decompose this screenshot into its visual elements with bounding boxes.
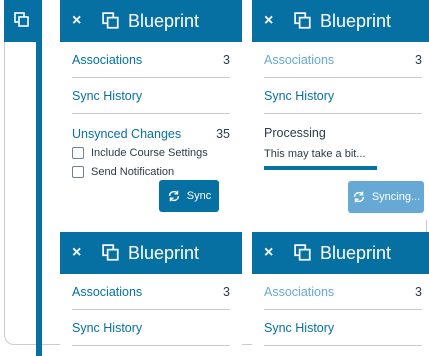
close-button[interactable]: × [72, 12, 90, 30]
processing-subtext: This may take a bit... [264, 148, 366, 160]
blueprint-panel-idle-2: × Blueprint Associations 3 Sync History … [60, 232, 242, 356]
panel-title: Blueprint [320, 10, 392, 31]
associations-count: 3 [415, 52, 422, 67]
associations-row: Associations 3 [264, 42, 422, 78]
panel-header: × Blueprint [60, 232, 242, 274]
blueprint-panel-syncing-2: × Blueprint Associations 3 Sync History … [252, 232, 429, 356]
associations-row: Associations 3 [72, 42, 230, 78]
sync-icon [168, 190, 179, 202]
blueprint-icon [294, 244, 311, 261]
associations-link[interactable]: Associations [72, 285, 142, 299]
sync-history-row: Sync History [72, 78, 230, 114]
close-button[interactable]: × [264, 12, 282, 30]
associations-link[interactable]: Associations [72, 53, 142, 67]
send-notification-checkbox[interactable] [72, 166, 84, 178]
sync-history-row: Sync History [264, 78, 422, 114]
panel-header: × Blueprint [252, 232, 429, 274]
processing-label: Processing [264, 126, 326, 140]
sync-history-row: Sync History [72, 310, 230, 346]
blueprint-icon [102, 244, 119, 261]
associations-count: 3 [223, 52, 230, 67]
associations-count: 3 [415, 284, 422, 299]
unsynced-changes-row: Unsynced Changes 35 [72, 127, 230, 141]
blueprint-panel-syncing: × Blueprint Associations 3 Sync History … [252, 0, 429, 220]
send-notification-label: Send Notification [91, 166, 175, 178]
associations-link[interactable]: Associations [264, 285, 334, 299]
panel-header: × Blueprint [252, 0, 429, 42]
send-notification-option[interactable]: Send Notification [72, 165, 230, 179]
panel-title: Blueprint [128, 242, 200, 263]
associations-count: 3 [223, 284, 230, 299]
sync-history-link[interactable]: Sync History [72, 321, 142, 335]
blueprint-sidebar-tab[interactable] [4, 0, 40, 42]
include-settings-option[interactable]: Include Course Settings [72, 146, 230, 160]
panel-title: Blueprint [320, 242, 392, 263]
close-button[interactable]: × [264, 244, 282, 262]
close-button[interactable]: × [72, 244, 90, 262]
unsynced-changes-link[interactable]: Unsynced Changes [72, 127, 181, 141]
associations-row: Associations 3 [72, 274, 230, 310]
syncing-button: Syncing... [348, 181, 424, 213]
sync-progress-bar [264, 166, 377, 170]
sync-history-link[interactable]: Sync History [264, 321, 334, 335]
sync-button-label: Sync [186, 190, 212, 202]
sync-history-row: Sync History [264, 310, 422, 346]
syncing-button-label: Syncing... [371, 191, 421, 203]
blueprint-icon [14, 12, 29, 27]
associations-row: Associations 3 [264, 274, 422, 310]
include-settings-checkbox[interactable] [72, 147, 84, 159]
blueprint-panel-idle: × Blueprint Associations 3 Sync History … [60, 0, 242, 220]
sync-icon [353, 191, 364, 203]
sync-history-link[interactable]: Sync History [264, 89, 334, 103]
sync-history-link[interactable]: Sync History [72, 89, 142, 103]
include-settings-label: Include Course Settings [91, 147, 208, 159]
blueprint-icon [102, 12, 119, 29]
blueprint-icon [294, 12, 311, 29]
associations-link[interactable]: Associations [264, 53, 334, 67]
panel-title: Blueprint [128, 10, 200, 31]
blueprint-sidebar-bar [36, 0, 42, 356]
panel-header: × Blueprint [60, 0, 242, 42]
sync-button[interactable]: Sync [159, 180, 219, 212]
unsynced-count: 35 [216, 127, 230, 141]
